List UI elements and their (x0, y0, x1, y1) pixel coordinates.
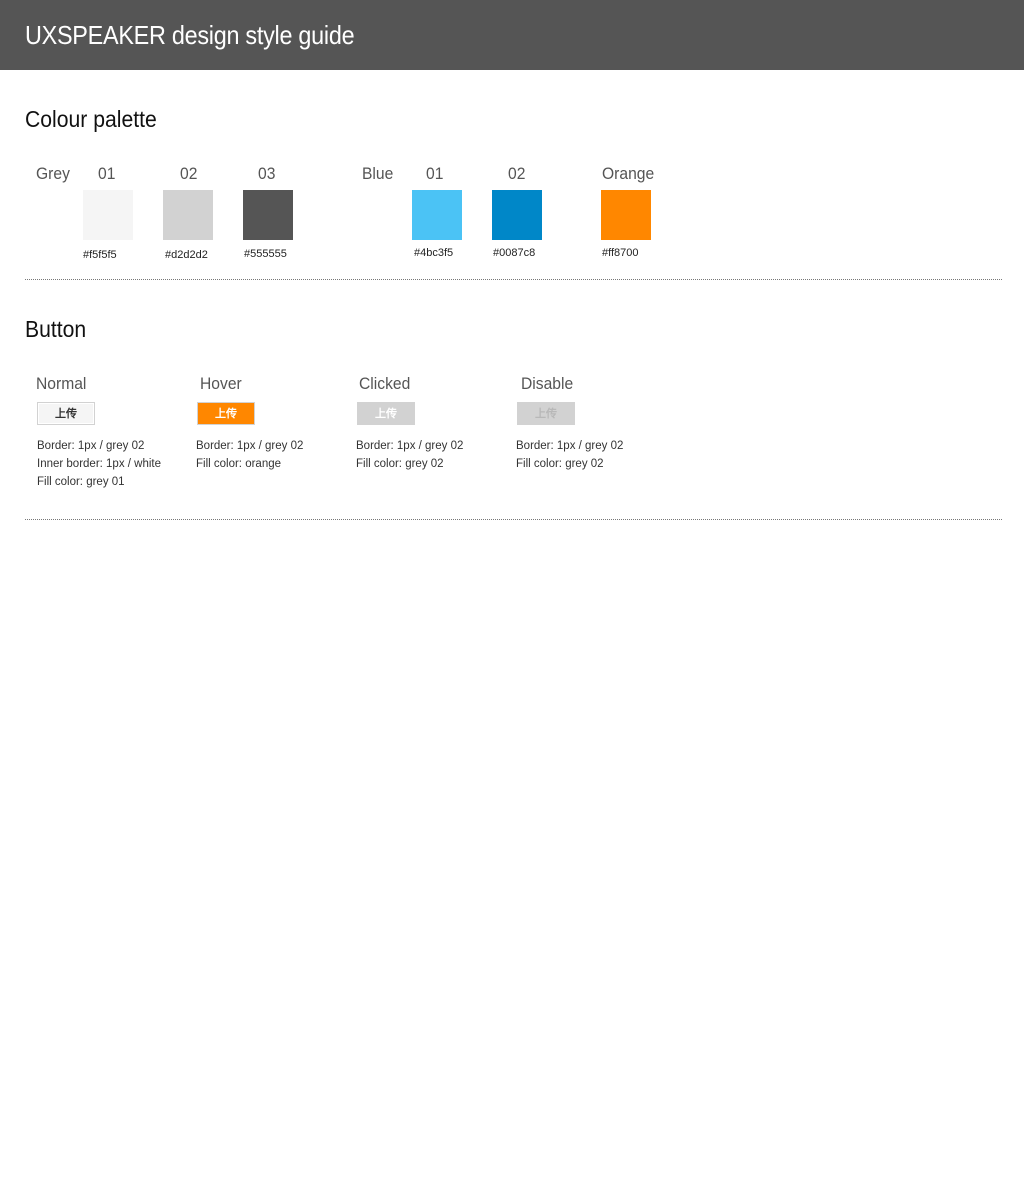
blue-02-swatch (492, 190, 542, 240)
hover-desc-line: Border: 1px / grey 02 (196, 440, 304, 452)
disable-desc-line: Border: 1px / grey 02 (516, 440, 624, 452)
upload-button-hover[interactable]: 上传 (197, 402, 255, 425)
grey-01-swatch (83, 190, 133, 240)
colour-palette-heading: Colour palette (25, 106, 157, 132)
orange-label: Orange (602, 164, 655, 183)
blue-02-label: 02 (508, 164, 526, 183)
normal-state-label: Normal (36, 374, 87, 393)
grey-03-hex: #555555 (244, 248, 287, 260)
hover-state-label: Hover (200, 374, 242, 393)
upload-button-clicked[interactable]: 上传 (357, 402, 415, 425)
orange-hex: #ff8700 (602, 247, 639, 259)
disable-state-description: Border: 1px / grey 02 Fill color: grey 0… (516, 437, 623, 473)
grey-02-swatch (163, 190, 213, 240)
disable-desc-line: Fill color: grey 02 (516, 458, 604, 470)
blue-01-label: 01 (426, 164, 444, 183)
upload-button-disabled: 上传 (517, 402, 575, 425)
hover-desc-line: Fill color: orange (196, 458, 282, 470)
blue-group-label: Blue (362, 164, 394, 183)
upload-button-normal[interactable]: 上传 (37, 402, 95, 425)
disable-state-label: Disable (521, 374, 574, 393)
button-heading: Button (25, 316, 87, 342)
grey-01-label: 01 (98, 164, 116, 183)
clicked-desc-line: Fill color: grey 02 (356, 458, 444, 470)
section-divider (25, 519, 1002, 520)
normal-desc-line: Border: 1px / grey 02 (37, 440, 145, 452)
blue-02-hex: #0087c8 (493, 247, 536, 259)
hover-state-description: Border: 1px / grey 02 Fill color: orange (196, 437, 303, 473)
blue-01-hex: #4bc3f5 (414, 247, 454, 259)
header-bar: UXSPEAKER design style guide (0, 0, 1024, 70)
normal-desc-line: Inner border: 1px / white (37, 458, 162, 470)
orange-swatch (601, 190, 651, 240)
grey-03-label: 03 (258, 164, 276, 183)
normal-desc-line: Fill color: grey 01 (37, 476, 125, 488)
blue-01-swatch (412, 190, 462, 240)
grey-02-hex: #d2d2d2 (165, 249, 208, 261)
grey-01-hex: #f5f5f5 (83, 249, 117, 261)
grey-03-swatch (243, 190, 293, 240)
grey-group-label: Grey (36, 164, 70, 183)
clicked-desc-line: Border: 1px / grey 02 (356, 440, 464, 452)
clicked-state-description: Border: 1px / grey 02 Fill color: grey 0… (356, 437, 463, 473)
normal-state-description: Border: 1px / grey 02 Inner border: 1px … (37, 437, 161, 491)
section-divider (25, 279, 1002, 280)
grey-02-label: 02 (180, 164, 198, 183)
clicked-state-label: Clicked (359, 374, 411, 393)
page-title: UXSPEAKER design style guide (25, 20, 355, 50)
